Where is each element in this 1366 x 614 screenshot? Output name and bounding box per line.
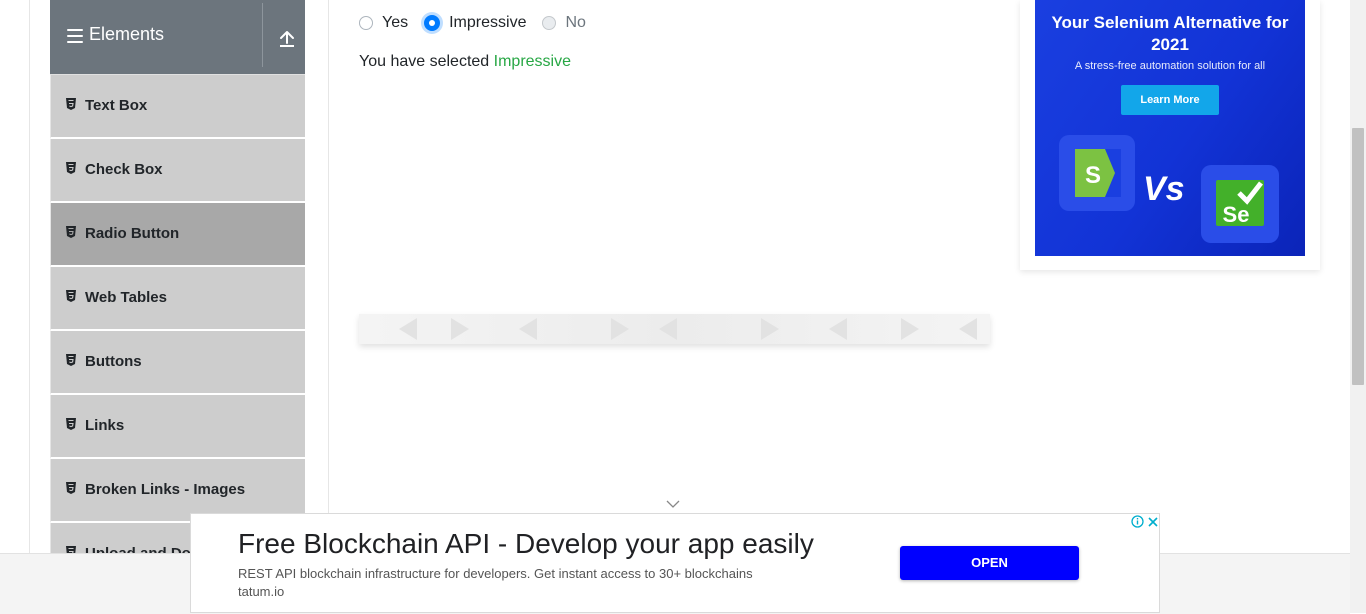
sidebar-item-label: Broken Links - Images	[85, 481, 246, 498]
sidebar-item-radio-button[interactable]: Radio Button	[50, 203, 305, 267]
left-logo-tile: S	[1059, 135, 1135, 211]
sidebar-item-text-box[interactable]: Text Box	[50, 75, 305, 139]
html5-icon	[66, 290, 76, 302]
bottom-anchor-ad[interactable]: Free Blockchain API - Develop your app e…	[190, 513, 1160, 613]
radio-label-impressive[interactable]: Impressive	[449, 14, 526, 32]
html5-icon	[66, 546, 76, 553]
side-ad[interactable]: Your Selenium Alternative for 2021 A str…	[1035, 0, 1305, 256]
radio-input-no	[542, 16, 557, 30]
right-logo-text: Se	[1223, 202, 1250, 227]
hamburger-icon	[67, 29, 83, 43]
sidebar-item-label: Buttons	[85, 353, 142, 370]
sidebar-group-elements[interactable]: Elements	[50, 0, 305, 75]
html5-icon	[66, 482, 76, 494]
sidebar-item-label: Links	[85, 417, 125, 434]
sidebar-item-web-tables[interactable]: Web Tables	[50, 267, 305, 331]
vertical-scrollbar[interactable]	[1350, 0, 1366, 613]
sidebar-item-buttons[interactable]: Buttons	[50, 331, 305, 395]
collapse-up-icon[interactable]	[278, 28, 296, 48]
sidebar-item-label: Web Tables	[85, 289, 167, 306]
scrollbar-thumb[interactable]	[1352, 128, 1364, 385]
sidebar-item-label: Check Box	[85, 161, 163, 178]
side-ad-headline: Your Selenium Alternative for 2021	[1051, 13, 1289, 54]
html5-icon	[66, 98, 76, 110]
radio-group: Yes Impressive No	[359, 12, 602, 34]
radio-label-no: No	[565, 14, 586, 31]
ad-placeholder-banner	[359, 314, 990, 344]
result-prefix: You have selected	[359, 53, 490, 70]
chevron-down-icon[interactable]	[666, 499, 680, 509]
radio-label-yes[interactable]: Yes	[382, 14, 408, 32]
page-left-border	[29, 0, 30, 553]
radio-option-impressive[interactable]: Impressive	[424, 14, 526, 32]
result-value: Impressive	[493, 53, 571, 70]
bottom-ad-title[interactable]: Free Blockchain API - Develop your app e…	[238, 528, 814, 560]
ad-close-icon[interactable]	[1145, 514, 1160, 529]
ad-pattern-graphic	[399, 318, 977, 340]
versus-text: Vs	[1143, 170, 1185, 208]
sidebar-item-label: Text Box	[85, 97, 148, 114]
side-ad-frame: Your Selenium Alternative for 2021 A str…	[1020, 0, 1320, 270]
open-button[interactable]: OPEN	[900, 546, 1079, 580]
radio-option-no: No	[542, 14, 586, 32]
content-divider	[328, 0, 329, 553]
html5-icon	[66, 226, 76, 238]
html5-icon	[66, 162, 76, 174]
side-ad-subtext: A stress-free automation solution for al…	[1074, 60, 1266, 72]
katalon-logo-icon: S	[1075, 149, 1121, 197]
header-divider	[262, 3, 263, 67]
selection-result: You have selected Impressive	[359, 53, 571, 71]
adchoices	[1130, 514, 1160, 529]
radio-option-yes[interactable]: Yes	[359, 14, 408, 32]
sidebar-group-title: Elements	[89, 24, 165, 44]
ad-info-icon[interactable]	[1130, 514, 1145, 529]
sidebar-item-links[interactable]: Links	[50, 395, 305, 459]
learn-more-button[interactable]: Learn More	[1121, 85, 1219, 115]
sidebar-item-check-box[interactable]: Check Box	[50, 139, 305, 203]
sidebar-item-label: Radio Button	[85, 225, 180, 242]
html5-icon	[66, 418, 76, 430]
sidebar: Elements Text Box Check Box Radio Button…	[50, 0, 305, 553]
radio-input-yes[interactable]	[359, 16, 373, 30]
left-logo-text: S	[1085, 162, 1101, 189]
selenium-logo-icon: Se	[1216, 180, 1264, 227]
bottom-ad-url[interactable]: tatum.io	[238, 584, 284, 599]
bottom-ad-description: REST API blockchain infrastructure for d…	[238, 566, 753, 581]
right-logo-tile: Se	[1201, 165, 1279, 243]
html5-icon	[66, 354, 76, 366]
radio-input-impressive[interactable]	[424, 15, 441, 31]
